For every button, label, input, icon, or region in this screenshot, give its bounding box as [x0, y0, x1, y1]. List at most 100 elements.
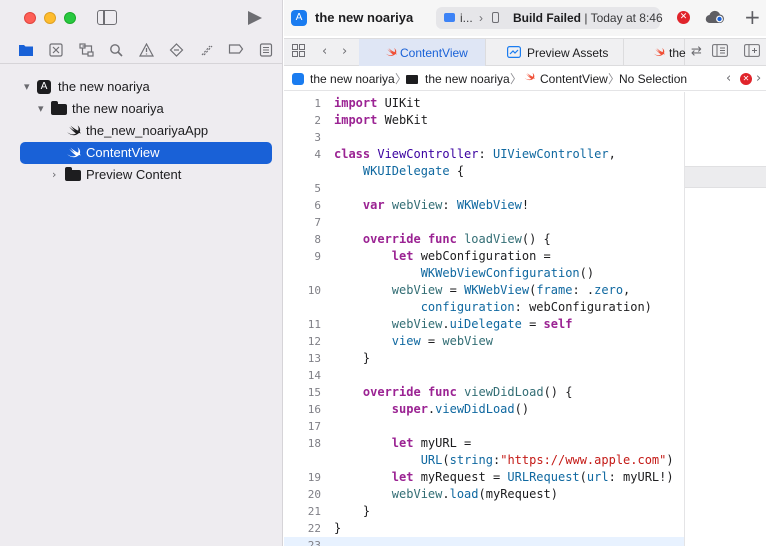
navigator-sidebar: ▾ A the new noariya ▾ the new noariya th… — [0, 0, 283, 546]
code-line[interactable]: URL(string:"https://www.apple.com") — [284, 452, 684, 469]
code-line[interactable]: 9 let webConfiguration = — [284, 248, 684, 265]
code-line[interactable]: 12 view = webView — [284, 333, 684, 350]
run-button[interactable] — [248, 11, 262, 25]
code-line[interactable]: 8 override func loadView() { — [284, 231, 684, 248]
line-number: 18 — [307, 437, 321, 450]
activity-view[interactable]: i... › Build Failed | Today at 8:46 — [436, 7, 663, 29]
forward-chevron-icon[interactable]: › — [342, 44, 347, 60]
code-line[interactable]: 13 } — [284, 350, 684, 367]
code-line[interactable]: 19 let myRequest = URLRequest(url: myURL… — [284, 469, 684, 486]
breakpoint-navigator-icon[interactable] — [228, 43, 244, 59]
source-control-navigator-icon[interactable] — [48, 43, 64, 59]
minimap-viewport[interactable] — [685, 166, 766, 188]
minimize-window-button[interactable] — [44, 12, 56, 24]
tree-item-contentview[interactable]: ContentView — [20, 142, 272, 164]
tab-the-new-noariya-app[interactable]: the — [625, 39, 686, 66]
folder-icon — [51, 101, 67, 115]
tree-item-group[interactable]: ▾ the new noariya — [20, 98, 272, 120]
jump-bar-symbol[interactable]: No Selection — [619, 71, 687, 87]
tab-label: ContentView — [400, 46, 468, 60]
symbol-navigator-icon[interactable] — [78, 43, 94, 59]
tab-preview-assets[interactable]: Preview Assets — [487, 39, 624, 66]
code-line[interactable]: 23 — [284, 537, 684, 546]
line-number: 21 — [307, 505, 321, 518]
code-text: import WebKit — [334, 113, 428, 127]
code-line[interactable]: 3 — [284, 129, 684, 146]
line-number: 13 — [307, 352, 321, 365]
debug-navigator-icon[interactable] — [198, 43, 214, 59]
app-icon: A — [291, 10, 307, 26]
code-line[interactable]: 22} — [284, 520, 684, 537]
code-line[interactable]: 11 webView.uiDelegate = self — [284, 316, 684, 333]
code-line[interactable]: 6 var webView: WKWebView! — [284, 197, 684, 214]
code-line[interactable]: 1 import UIKit — [284, 95, 684, 112]
sidebar-toggle-icon[interactable] — [97, 10, 117, 25]
disclosure-open-icon[interactable]: ▾ — [24, 80, 30, 94]
code-line[interactable]: WKUIDelegate { — [284, 163, 684, 180]
line-number: 6 — [314, 199, 321, 212]
error-icon[interactable]: ✕ — [677, 11, 690, 24]
line-number: 10 — [307, 284, 321, 297]
tab-contentview[interactable]: ContentView — [359, 39, 486, 66]
code-line[interactable]: WKWebViewConfiguration() — [284, 265, 684, 282]
device-icon — [444, 13, 455, 22]
run-destination[interactable]: i... — [460, 10, 473, 26]
swift-file-icon — [65, 145, 81, 161]
issue-navigator-icon[interactable] — [138, 42, 154, 59]
xcode-project-icon: A — [37, 80, 51, 94]
report-navigator-icon[interactable] — [258, 43, 274, 59]
test-navigator-icon[interactable] — [168, 43, 184, 59]
code-line[interactable]: 4 class ViewController: UIViewController, — [284, 146, 684, 163]
code-line[interactable]: 14 — [284, 367, 684, 384]
code-line[interactable]: 18 let myURL = — [284, 435, 684, 452]
code-text: import UIKit — [334, 96, 421, 110]
code-line[interactable]: 16 super.viewDidLoad() — [284, 401, 684, 418]
tree-item-app-file[interactable]: the_new_noariyaApp — [20, 120, 272, 142]
add-editor-icon[interactable] — [744, 44, 760, 62]
back-chevron-icon[interactable]: ‹ — [322, 44, 327, 60]
tree-item-preview-content[interactable]: › Preview Content — [20, 164, 272, 186]
next-issue-icon[interactable]: › — [756, 71, 761, 87]
code-line[interactable]: configuration: webConfiguration) — [284, 299, 684, 316]
related-items-icon[interactable] — [292, 44, 305, 62]
swift-file-icon — [523, 71, 535, 87]
code-line[interactable]: 15 override func viewDidLoad() { — [284, 384, 684, 401]
code-text: WKUIDelegate { — [362, 164, 465, 178]
swap-arrows-icon[interactable]: ⇄ — [691, 44, 702, 60]
code-text: var webView: WKWebView! — [362, 198, 530, 212]
line-number: 14 — [307, 369, 321, 382]
jump-bar-project[interactable]: the new noariya — [310, 71, 395, 87]
code-line[interactable]: 20 webView.load(myRequest) — [284, 486, 684, 503]
tree-item-project[interactable]: ▾ A the new noariya — [20, 76, 272, 98]
tab-label: Preview Assets — [527, 46, 609, 60]
find-navigator-icon[interactable] — [108, 43, 124, 59]
code-line[interactable]: 7 — [284, 214, 684, 231]
line-number: 19 — [307, 471, 321, 484]
code-line[interactable]: 10 webView = WKWebView(frame: .zero, — [284, 282, 684, 299]
line-number: 1 — [314, 97, 321, 110]
code-line[interactable]: 2 import WebKit — [284, 112, 684, 129]
source-editor[interactable]: 1 import UIKit 2 import WebKit 3 4 class ViewC… — [284, 92, 684, 546]
scheme-title[interactable]: the new noariya — [315, 10, 413, 26]
add-icon[interactable]: + — [744, 7, 761, 27]
code-line[interactable]: 5 — [284, 180, 684, 197]
previous-issue-icon[interactable]: ‹ — [726, 71, 731, 87]
line-number: 20 — [307, 488, 321, 501]
zoom-window-button[interactable] — [64, 12, 76, 24]
line-number: 23 — [307, 539, 321, 546]
minimap[interactable] — [684, 92, 766, 546]
code-text: webView.load(myRequest) — [391, 487, 558, 501]
disclosure-open-icon[interactable]: ▾ — [38, 102, 44, 116]
disclosure-closed-icon[interactable]: › — [52, 168, 56, 182]
code-line[interactable]: 17 — [284, 418, 684, 435]
cloud-icon[interactable] — [705, 10, 725, 24]
jump-bar-file[interactable]: ContentView — [540, 71, 608, 87]
folder-icon — [65, 167, 81, 181]
adjust-editor-icon[interactable] — [712, 44, 728, 62]
close-window-button[interactable] — [24, 12, 36, 24]
error-icon[interactable]: ✕ — [740, 73, 752, 85]
line-number: 7 — [314, 216, 321, 229]
project-navigator-icon[interactable] — [18, 43, 34, 59]
code-line[interactable]: 21 } — [284, 503, 684, 520]
jump-bar-group[interactable]: the new noariya — [425, 71, 510, 87]
